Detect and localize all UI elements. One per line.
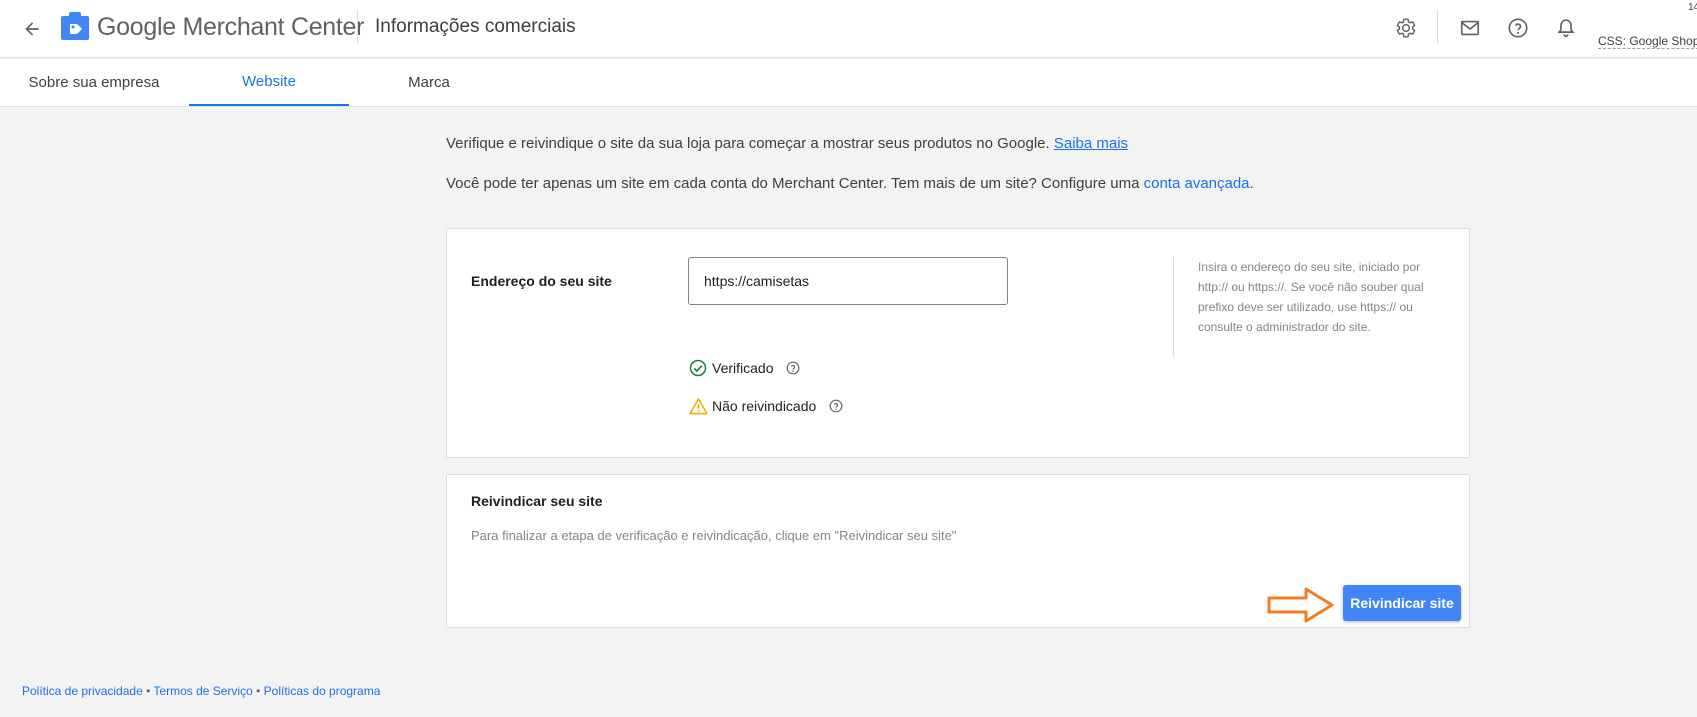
- learn-more-link[interactable]: Saiba mais: [1054, 135, 1128, 152]
- tab-bar: Sobre sua empresa Website Marca: [0, 59, 1697, 107]
- check-circle-icon: [688, 358, 708, 378]
- warning-icon: [688, 396, 708, 416]
- brand-product: Merchant Center: [182, 13, 365, 41]
- brand-google: Google: [97, 13, 176, 41]
- header-divider: [357, 10, 358, 44]
- status-verified: Verificado: [688, 358, 801, 378]
- claim-site-button[interactable]: Reivindicar site: [1343, 585, 1461, 621]
- notifications-bell-icon[interactable]: [1551, 13, 1581, 43]
- merchant-center-logo-icon: [61, 12, 89, 40]
- settings-gear-icon[interactable]: [1391, 13, 1421, 43]
- terms-of-service-link[interactable]: Termos de Serviço: [153, 684, 252, 698]
- footer-separator: •: [252, 684, 264, 698]
- account-switcher[interactable]: CSS: Google Shop: [1598, 34, 1697, 49]
- tab-website[interactable]: Website: [189, 59, 349, 106]
- top-app-bar: Google Merchant Center Informações comer…: [0, 0, 1697, 58]
- website-card: Endereço do seu site Insira o endereço d…: [446, 228, 1470, 458]
- claim-card-title: Reivindicar seu site: [471, 493, 603, 509]
- intro-text-1: Verifique e reivindique o site da sua lo…: [446, 135, 1128, 152]
- tab-brand[interactable]: Marca: [349, 59, 509, 106]
- hint-divider: [1173, 257, 1174, 357]
- back-arrow-icon[interactable]: [16, 13, 48, 45]
- help-icon[interactable]: [1503, 13, 1533, 43]
- status-not-claimed-label: Não reivindicado: [712, 398, 817, 414]
- program-policies-link[interactable]: Políticas do programa: [264, 684, 381, 698]
- orange-arrow-annotation-icon: [1266, 585, 1336, 625]
- tab-about-business[interactable]: Sobre sua empresa: [0, 59, 188, 106]
- intro-line2-text: Você pode ter apenas um site em cada con…: [446, 175, 1140, 192]
- not-claimed-help-icon[interactable]: [828, 398, 844, 414]
- intro-line1-text: Verifique e reivindique o site da sua lo…: [446, 135, 1050, 152]
- brand-name[interactable]: Google Merchant Center: [97, 13, 364, 42]
- claim-card-description: Para finalizar a etapa de verificação e …: [471, 528, 957, 543]
- status-not-claimed: Não reivindicado: [688, 396, 844, 416]
- verified-help-icon[interactable]: [785, 360, 801, 376]
- privacy-policy-link[interactable]: Política de privacidade: [22, 684, 143, 698]
- intro-text-2: Você pode ter apenas um site em cada con…: [446, 175, 1254, 192]
- website-hint: Insira o endereço do seu site, iniciado …: [1198, 260, 1424, 334]
- header-divider-right: [1437, 10, 1438, 44]
- website-url-input[interactable]: [688, 257, 1008, 305]
- status-verified-label: Verificado: [712, 360, 774, 376]
- claim-site-card: Reivindicar seu site Para finalizar a et…: [446, 474, 1470, 628]
- footer: Política de privacidade • Termos de Serv…: [22, 684, 380, 698]
- intro-line2-end: .: [1249, 175, 1254, 192]
- mail-icon[interactable]: [1455, 13, 1485, 43]
- account-id: 14: [1688, 2, 1697, 13]
- website-field-label: Endereço do seu site: [471, 273, 612, 289]
- advanced-account-link[interactable]: conta avançada: [1144, 175, 1250, 192]
- footer-separator: •: [142, 684, 154, 698]
- page-title: Informações comerciais: [375, 16, 576, 37]
